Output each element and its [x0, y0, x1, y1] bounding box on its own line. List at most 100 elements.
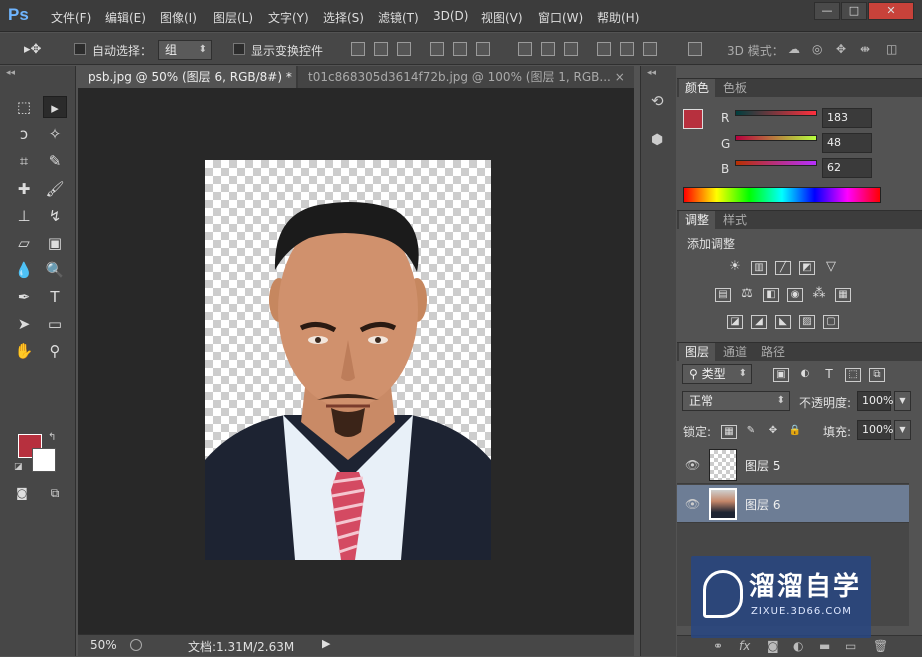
tab-adjustments[interactable]: 调整: [679, 211, 716, 229]
background-color-swatch[interactable]: [32, 448, 56, 472]
auto-select-checkbox[interactable]: [74, 43, 86, 55]
blend-mode-dropdown[interactable]: 正常: [682, 391, 790, 411]
black-white-icon[interactable]: ◧: [763, 288, 779, 302]
history-brush-icon[interactable]: ↯: [43, 205, 67, 227]
new-layer-icon[interactable]: ▭: [845, 639, 856, 653]
color-balance-icon[interactable]: ⚖: [739, 287, 755, 302]
3d-scale-icon[interactable]: ◫: [886, 42, 897, 56]
screen-mode-icon[interactable]: ⧉: [43, 482, 67, 504]
add-mask-icon[interactable]: ◙: [767, 639, 779, 653]
3d-panel-icon[interactable]: ⬢: [651, 132, 663, 148]
default-colors-icon[interactable]: ◪: [14, 462, 23, 472]
align-right-icon[interactable]: [476, 42, 490, 56]
opacity-dropdown-icon[interactable]: ▼: [894, 391, 911, 411]
3d-rotate-icon[interactable]: ☁: [788, 42, 800, 56]
threshold-icon[interactable]: ◣: [775, 315, 791, 329]
quick-mask-icon[interactable]: ◙: [10, 482, 34, 504]
3d-drag-icon[interactable]: ✥: [836, 42, 846, 56]
menu-image[interactable]: 图像(I): [160, 9, 197, 26]
rectangle-tool-icon[interactable]: ▭: [43, 313, 67, 335]
filter-smart-icon[interactable]: ⧉: [869, 368, 885, 382]
collapse-icon[interactable]: ◂◂: [647, 68, 656, 78]
selective-color-icon[interactable]: ▢: [823, 315, 839, 329]
dodge-tool-icon[interactable]: 🔍: [43, 259, 67, 281]
menu-help[interactable]: 帮助(H): [597, 9, 639, 26]
tab-styles[interactable]: 样式: [717, 211, 753, 229]
hand-tool-icon[interactable]: ✋: [12, 340, 36, 362]
tab-layers[interactable]: 图层: [679, 343, 716, 361]
menu-edit[interactable]: 编辑(E): [105, 9, 146, 26]
exposure-icon[interactable]: ◩: [799, 261, 815, 275]
move-tool-icon[interactable]: ▸✥: [24, 42, 41, 57]
filter-type-icon[interactable]: T: [821, 368, 837, 382]
magic-wand-icon[interactable]: ✧: [43, 123, 67, 145]
posterize-icon[interactable]: ◢: [751, 315, 767, 329]
b-value-input[interactable]: 62: [822, 158, 872, 178]
auto-align-icon[interactable]: [688, 42, 702, 56]
filter-adjustment-icon[interactable]: ◐: [797, 368, 813, 382]
menu-layer[interactable]: 图层(L): [213, 9, 253, 26]
panel-fg-swatch[interactable]: [683, 109, 703, 129]
visibility-eye-icon[interactable]: 👁: [685, 497, 700, 511]
curves-icon[interactable]: ╱: [775, 261, 791, 275]
zoom-tool-icon[interactable]: ⚲: [43, 340, 67, 362]
lock-all-icon[interactable]: 🔒: [787, 425, 803, 439]
lock-position-icon[interactable]: ✥: [765, 425, 781, 439]
3d-slide-icon[interactable]: ⇼: [860, 42, 870, 56]
distribute-left-icon[interactable]: [597, 42, 611, 56]
menu-window[interactable]: 窗口(W): [538, 9, 583, 26]
new-group-icon[interactable]: ▬: [819, 639, 830, 653]
3d-roll-icon[interactable]: ◎: [812, 42, 822, 56]
delete-layer-icon[interactable]: 🗑: [873, 639, 888, 653]
gradient-map-icon[interactable]: ▨: [799, 315, 815, 329]
hue-saturation-icon[interactable]: ▤: [715, 288, 731, 302]
blur-tool-icon[interactable]: 💧: [12, 259, 36, 281]
lasso-tool-icon[interactable]: ↄ: [12, 123, 36, 145]
menu-filter[interactable]: 滤镜(T): [378, 9, 419, 26]
document-image[interactable]: [205, 160, 491, 560]
r-slider[interactable]: [735, 110, 817, 116]
menu-3d[interactable]: 3D(D): [433, 9, 468, 23]
distribute-right-icon[interactable]: [643, 42, 657, 56]
layer-row-5[interactable]: 👁 图层 5: [677, 446, 909, 484]
filter-pixel-icon[interactable]: ▣: [773, 368, 789, 382]
brightness-icon[interactable]: ☀: [727, 260, 743, 275]
photo-filter-icon[interactable]: ◉: [787, 288, 803, 302]
eyedropper-icon[interactable]: ✎: [43, 150, 67, 172]
g-slider[interactable]: [735, 135, 817, 141]
g-value-input[interactable]: 48: [822, 133, 872, 153]
auto-select-dropdown[interactable]: 组: [158, 40, 212, 60]
opacity-input[interactable]: 100%: [857, 391, 893, 411]
maximize-button[interactable]: □: [841, 2, 867, 20]
align-bottom-icon[interactable]: [397, 42, 411, 56]
align-top-icon[interactable]: [351, 42, 365, 56]
fx-icon[interactable]: fx: [739, 639, 750, 653]
channel-mixer-icon[interactable]: ⁂: [811, 287, 827, 302]
vibrance-icon[interactable]: ▽: [823, 260, 839, 275]
align-left-icon[interactable]: [430, 42, 444, 56]
align-vcenter-icon[interactable]: [374, 42, 388, 56]
distribute-hcenter-icon[interactable]: [620, 42, 634, 56]
move-tool-icon[interactable]: ▸: [43, 96, 67, 118]
layer-row-6[interactable]: 👁 图层 6: [677, 485, 909, 523]
distribute-bottom-icon[interactable]: [564, 42, 578, 56]
tab-t01c[interactable]: t01c868305d3614f72b.jpg @ 100% (图层 1, RG…: [298, 66, 634, 88]
path-select-icon[interactable]: ➤: [12, 313, 36, 335]
minimize-button[interactable]: —: [814, 2, 840, 20]
crop-tool-icon[interactable]: ⌗: [12, 150, 36, 172]
fill-dropdown-icon[interactable]: ▼: [894, 420, 911, 440]
tab-close-icon[interactable]: ×: [615, 70, 625, 84]
pen-tool-icon[interactable]: ✒: [12, 286, 36, 308]
clone-stamp-icon[interactable]: ⊥: [12, 205, 36, 227]
history-icon[interactable]: ⟲: [651, 92, 664, 110]
tab-swatches[interactable]: 色板: [717, 79, 753, 97]
lock-transparent-icon[interactable]: ▦: [721, 425, 737, 439]
tab-color[interactable]: 颜色: [679, 79, 716, 97]
tab-paths[interactable]: 路径: [755, 343, 791, 361]
eraser-tool-icon[interactable]: ▱: [12, 232, 36, 254]
tab-channels[interactable]: 通道: [717, 343, 753, 361]
color-spectrum-bar[interactable]: [683, 187, 881, 203]
menu-file[interactable]: 文件(F): [51, 9, 91, 26]
status-info-icon[interactable]: [130, 639, 142, 651]
r-value-input[interactable]: 183: [822, 108, 872, 128]
